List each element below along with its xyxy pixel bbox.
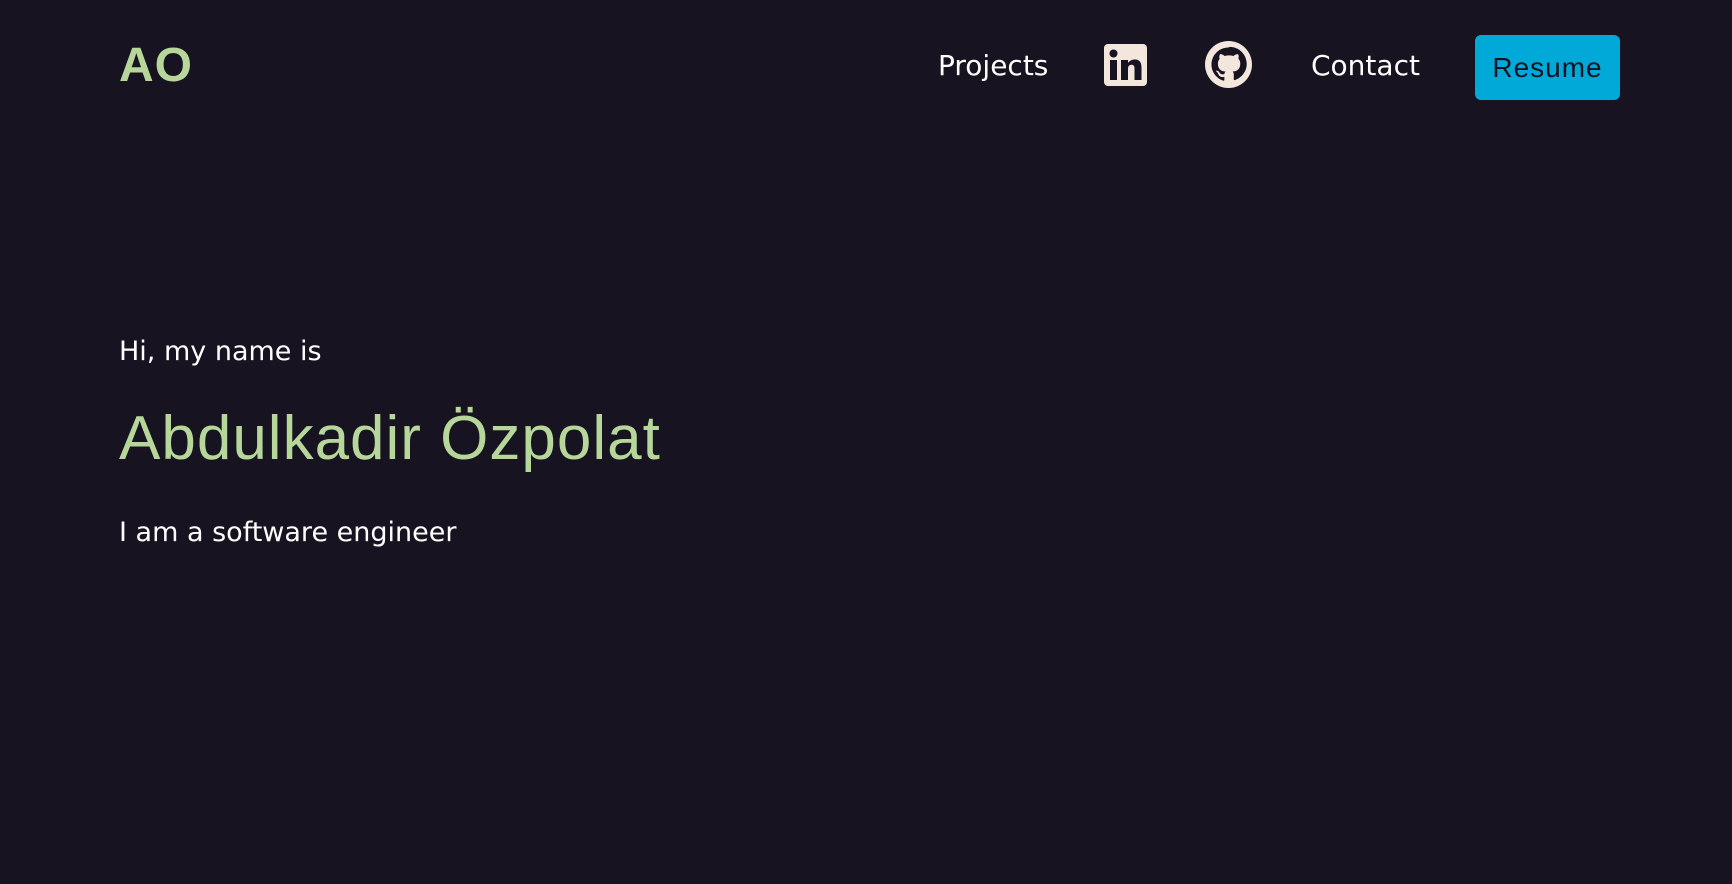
- nav-contact-link[interactable]: Contact: [1311, 46, 1420, 86]
- hero-tagline-text: I am a software engineer: [119, 517, 457, 548]
- navbar: AO Projects Contact Resume: [0, 0, 1732, 134]
- linkedin-icon: [1104, 44, 1147, 86]
- page: AO Projects Contact Resume Hi, my name i…: [0, 0, 1732, 884]
- logo-link[interactable]: AO: [119, 38, 193, 94]
- nav-projects-link[interactable]: Projects: [938, 46, 1048, 86]
- resume-button[interactable]: Resume: [1475, 35, 1620, 100]
- github-icon: [1205, 41, 1252, 88]
- hero-intro-text: Hi, my name is: [119, 336, 322, 367]
- linkedin-link[interactable]: [1104, 44, 1147, 86]
- hero-name-heading: Abdulkadir Özpolat: [119, 404, 661, 473]
- github-link[interactable]: [1205, 41, 1252, 88]
